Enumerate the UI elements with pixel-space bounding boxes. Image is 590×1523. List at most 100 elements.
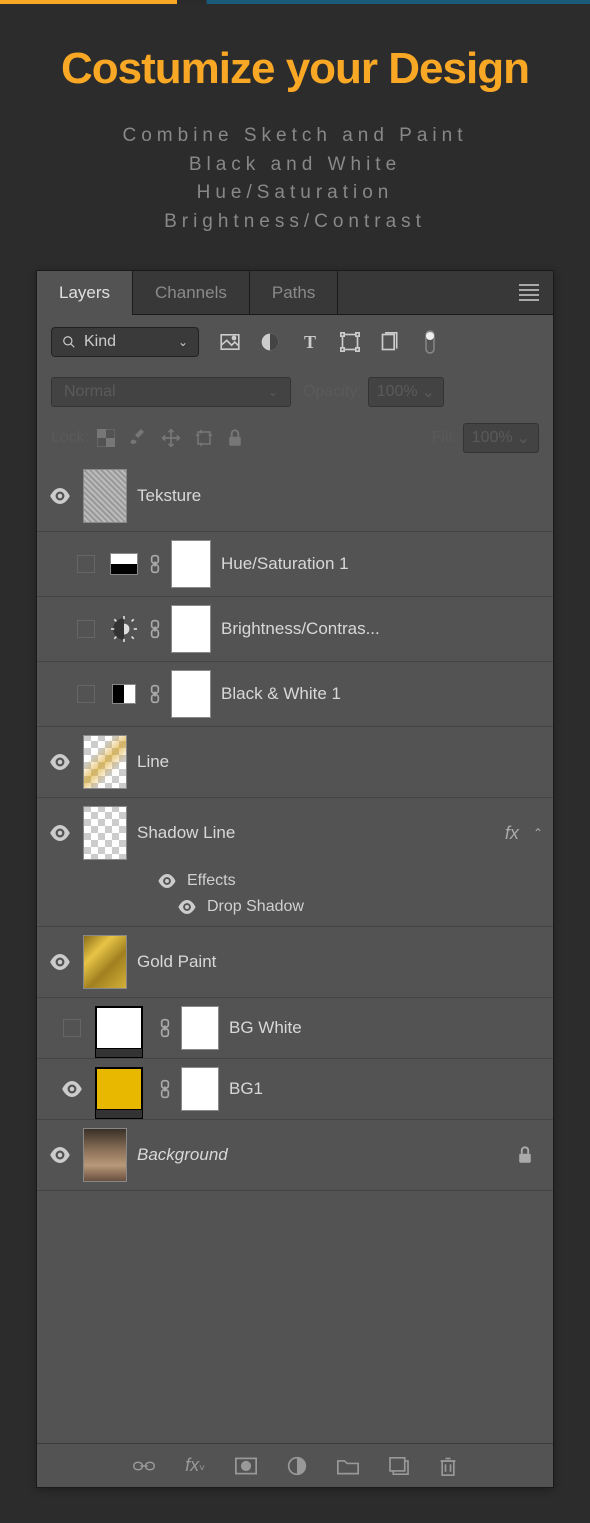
lock-transparent-icon[interactable]	[97, 429, 115, 447]
layer-name[interactable]: Line	[137, 752, 169, 772]
layers-list: Teksture Hue/Saturation 1 Brightness/Con…	[37, 461, 553, 1191]
filter-adjustment-icon[interactable]	[259, 331, 281, 353]
layer-mask[interactable]	[171, 670, 211, 718]
layer-black-white[interactable]: Black & White 1	[37, 662, 553, 727]
visibility-toggle[interactable]	[47, 954, 73, 970]
link-icon[interactable]	[149, 619, 161, 639]
fill-thumbnail[interactable]	[95, 1067, 143, 1111]
fx-effects-row[interactable]: Effects	[37, 868, 553, 894]
opacity-label: Opacity:	[303, 383, 362, 401]
opacity-input[interactable]: 100%⌄	[368, 377, 444, 407]
layer-gold-paint[interactable]: Gold Paint	[37, 927, 553, 998]
drop-shadow-label: Drop Shadow	[207, 898, 304, 916]
layer-name[interactable]: Brightness/Contras...	[221, 619, 380, 639]
fx-drop-shadow-row[interactable]: Drop Shadow	[37, 894, 553, 927]
filter-toggle-icon[interactable]	[419, 331, 441, 353]
layer-name[interactable]: Shadow Line	[137, 823, 235, 843]
tab-layers[interactable]: Layers	[37, 271, 133, 315]
filter-smart-icon[interactable]	[379, 331, 401, 353]
layer-mask[interactable]	[181, 1067, 219, 1111]
visibility-toggle[interactable]	[47, 754, 73, 770]
bw-adjustment-icon	[109, 681, 139, 707]
visibility-toggle[interactable]	[73, 620, 99, 638]
chevron-down-icon: ⌄	[268, 385, 278, 399]
fx-icon[interactable]: fx˅	[185, 1455, 205, 1476]
layer-teksture[interactable]: Teksture	[37, 461, 553, 532]
hue-adjustment-icon	[109, 551, 139, 577]
chevron-down-icon: ⌄	[178, 335, 188, 349]
visibility-toggle[interactable]	[157, 874, 177, 888]
layer-name[interactable]: Black & White 1	[221, 684, 341, 704]
layer-name[interactable]: Hue/Saturation 1	[221, 554, 349, 574]
lock-all-icon[interactable]	[227, 429, 243, 447]
brightness-adjustment-icon	[109, 616, 139, 642]
lock-brush-icon[interactable]	[129, 429, 147, 447]
subheadline: Combine Sketch and Paint Black and White…	[0, 122, 590, 236]
layer-thumbnail[interactable]	[83, 806, 127, 860]
layer-line[interactable]: Line	[37, 727, 553, 798]
layer-name[interactable]: BG1	[229, 1079, 263, 1099]
visibility-toggle[interactable]	[73, 555, 99, 573]
panel-menu-icon[interactable]	[519, 284, 539, 301]
lock-row: Lock: Fill: 100%⌄	[37, 415, 553, 461]
fill-thumbnail[interactable]	[95, 1006, 143, 1050]
layer-background[interactable]: Background	[37, 1120, 553, 1191]
group-icon[interactable]	[337, 1457, 359, 1475]
visibility-toggle[interactable]	[59, 1019, 85, 1037]
tab-channels[interactable]: Channels	[133, 271, 250, 315]
layer-name[interactable]: Background	[137, 1145, 228, 1165]
layer-mask[interactable]	[181, 1006, 219, 1050]
layer-thumbnail[interactable]	[83, 1128, 127, 1182]
visibility-toggle[interactable]	[47, 1147, 73, 1163]
fill-label: Fill:	[432, 429, 457, 447]
lock-label: Lock:	[51, 429, 89, 447]
headline: Costumize your Design	[0, 44, 590, 94]
layer-brightness-contrast[interactable]: Brightness/Contras...	[37, 597, 553, 662]
link-icon[interactable]	[149, 554, 161, 574]
visibility-toggle[interactable]	[47, 488, 73, 504]
layer-hue-saturation[interactable]: Hue/Saturation 1	[37, 532, 553, 597]
adjustment-icon[interactable]	[287, 1456, 307, 1476]
lock-artboard-icon[interactable]	[195, 429, 213, 447]
layer-mask[interactable]	[171, 605, 211, 653]
fill-input[interactable]: 100%⌄	[463, 423, 539, 453]
lock-icon[interactable]	[517, 1146, 533, 1164]
link-icon[interactable]	[159, 1079, 171, 1099]
visibility-toggle[interactable]	[73, 685, 99, 703]
blend-mode-label: Normal	[64, 383, 116, 401]
search-icon	[62, 335, 76, 349]
blend-mode-dropdown[interactable]: Normal ⌄	[51, 377, 291, 407]
filter-pixel-icon[interactable]	[219, 331, 241, 353]
layer-name[interactable]: Teksture	[137, 486, 201, 506]
effects-label: Effects	[187, 872, 236, 890]
layer-thumbnail[interactable]	[83, 935, 127, 989]
mask-icon[interactable]	[235, 1457, 257, 1475]
layer-shadow-line[interactable]: Shadow Line fx ⌃	[37, 798, 553, 868]
visibility-toggle[interactable]	[177, 900, 197, 914]
visibility-toggle[interactable]	[47, 825, 73, 841]
layer-mask[interactable]	[171, 540, 211, 588]
filter-kind-dropdown[interactable]: Kind ⌄	[51, 327, 199, 357]
lock-move-icon[interactable]	[161, 428, 181, 448]
tab-paths[interactable]: Paths	[250, 271, 338, 315]
layer-name[interactable]: Gold Paint	[137, 952, 216, 972]
visibility-toggle[interactable]	[59, 1081, 85, 1097]
layer-name[interactable]: BG White	[229, 1018, 302, 1038]
layers-bottom-toolbar: fx˅	[37, 1443, 553, 1487]
panel-tabs: Layers Channels Paths	[37, 271, 553, 315]
new-layer-icon[interactable]	[389, 1457, 409, 1475]
delete-icon[interactable]	[439, 1456, 457, 1476]
link-layers-icon[interactable]	[133, 1459, 155, 1473]
layer-bg1[interactable]: BG1	[37, 1059, 553, 1120]
filter-type-icon[interactable]: T	[299, 331, 321, 353]
link-icon[interactable]	[159, 1018, 171, 1038]
layer-thumbnail[interactable]	[83, 735, 127, 789]
layer-bg-white[interactable]: BG White	[37, 998, 553, 1059]
filter-shape-icon[interactable]	[339, 331, 361, 353]
layer-thumbnail[interactable]	[83, 469, 127, 523]
filter-kind-label: Kind	[84, 333, 116, 351]
fx-indicator[interactable]: fx	[505, 823, 519, 844]
collapse-icon[interactable]: ⌃	[533, 826, 543, 840]
filter-row: Kind ⌄ T	[37, 315, 553, 369]
link-icon[interactable]	[149, 684, 161, 704]
